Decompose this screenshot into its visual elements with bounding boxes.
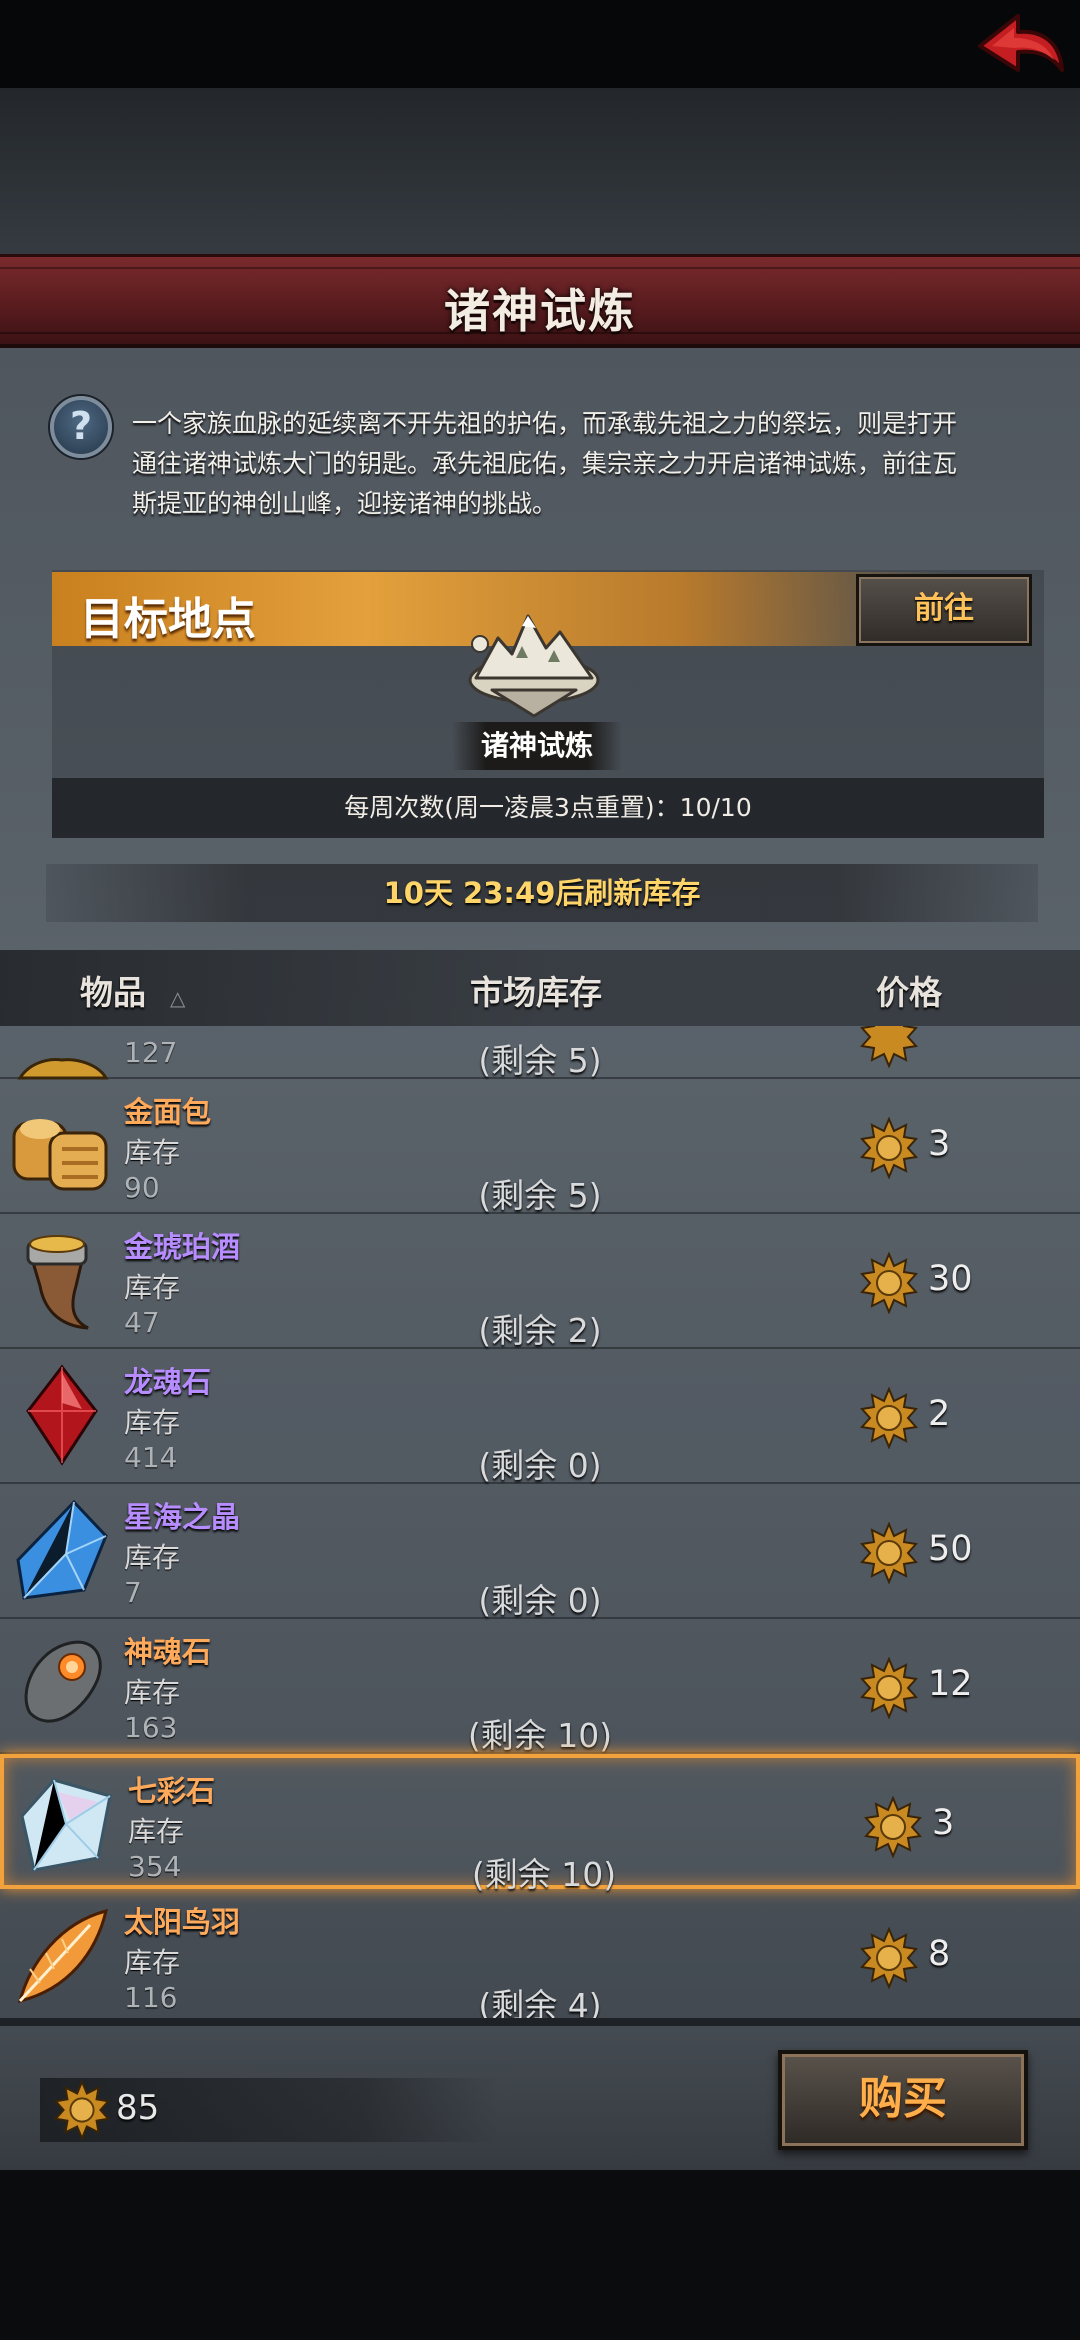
page-title: 诸神试炼 xyxy=(444,284,636,338)
buy-button[interactable]: 购买 xyxy=(778,2050,1028,2150)
stock-value: 354 xyxy=(128,1850,182,1883)
location-name-label: 诸神试炼 xyxy=(452,722,622,770)
price-value: 12 xyxy=(928,1664,973,1704)
item-list[interactable]: 127 (剩余 5) 金面包 库存 90 (剩余 5) 3 金琥珀酒 库存 47 xyxy=(0,1026,1080,2020)
remaining-stock: (剩余 5) xyxy=(478,1176,602,1215)
stock-label: 库存 xyxy=(124,1541,181,1574)
list-item-partial[interactable]: 127 (剩余 5) xyxy=(0,1026,1080,1080)
item-name: 星海之晶 xyxy=(124,1500,241,1534)
stock-label: 库存 xyxy=(124,1271,181,1304)
blue-crystal-icon xyxy=(16,1499,108,1600)
sun-coin-icon xyxy=(864,1796,922,1858)
stock-label: 库存 xyxy=(124,1676,181,1709)
remaining-stock: (剩余 0) xyxy=(478,1581,602,1620)
help-icon[interactable]: ? xyxy=(50,396,112,458)
price-value: 30 xyxy=(928,1259,973,1299)
remaining-stock: (剩余 5) xyxy=(478,1041,602,1080)
bottom-bezel xyxy=(0,2170,1080,2340)
price-value: 8 xyxy=(928,1934,951,1974)
list-item[interactable]: 星海之晶 库存 7 (剩余 0) 50 xyxy=(0,1484,1080,1620)
sun-coin-icon xyxy=(860,1026,918,1068)
item-name: 七彩石 xyxy=(128,1774,216,1808)
sun-coin-icon xyxy=(860,1927,918,1989)
stock-value: 127 xyxy=(124,1036,178,1069)
stock-label: 库存 xyxy=(128,1815,185,1848)
item-name: 金面包 xyxy=(124,1095,212,1129)
column-header-item[interactable]: 物品 xyxy=(80,966,146,1014)
stock-value: 116 xyxy=(124,1981,178,2014)
sun-coin-icon xyxy=(860,1252,918,1314)
divider xyxy=(0,2018,1080,2026)
stock-label: 库存 xyxy=(124,1406,181,1439)
floating-mountain-icon[interactable] xyxy=(462,598,606,722)
list-item[interactable]: 神魂石 库存 163 (剩余 10) 12 xyxy=(0,1619,1080,1755)
item-name: 神魂石 xyxy=(124,1635,212,1669)
sun-coin-icon xyxy=(860,1117,918,1179)
remaining-stock: (剩余 4) xyxy=(478,1986,602,2020)
stock-value: 90 xyxy=(124,1171,160,1204)
refresh-timer: 10天 23:49后刷新库存 xyxy=(46,864,1038,922)
remaining-stock: (剩余 10) xyxy=(467,1716,613,1755)
sun-coin-icon xyxy=(860,1522,918,1584)
price-value: 3 xyxy=(932,1803,955,1843)
horn-mead-icon xyxy=(26,1235,89,1330)
stock-value: 47 xyxy=(124,1306,160,1339)
sunbird-feather-icon xyxy=(17,1908,109,2004)
sort-triangle-icon[interactable]: △ xyxy=(170,986,185,1010)
price-value: 2 xyxy=(928,1394,951,1434)
rainbow-stone-icon xyxy=(20,1778,112,1872)
weekly-count-bar: 每周次数(周一凌晨3点重置)：10/10 xyxy=(52,778,1044,838)
list-item[interactable]: 太阳鸟羽 库存 116 (剩余 4) 8 xyxy=(0,1889,1080,2020)
red-crystal-icon xyxy=(26,1364,98,1466)
title-bar: 诸神试炼 xyxy=(0,254,1080,348)
sun-coin-icon xyxy=(860,1387,918,1449)
bread-icon xyxy=(12,1119,108,1191)
item-name: 龙魂石 xyxy=(124,1365,212,1399)
target-location-label: 目标地点 xyxy=(80,594,256,645)
panel-top-shade xyxy=(0,88,1080,258)
intro-description: 一个家族血脉的延续离不开先祖的护佑，而承载先祖之力的祭坛，则是打开通往诸神试炼大… xyxy=(132,409,958,518)
item-name: 太阳鸟羽 xyxy=(124,1905,241,1939)
sun-coin-icon xyxy=(53,2080,111,2140)
list-item[interactable]: 龙魂石 库存 414 (剩余 0) 2 xyxy=(0,1349,1080,1485)
currency-balance: 85 xyxy=(116,2088,160,2128)
item-name: 金琥珀酒 xyxy=(124,1230,241,1264)
stock-value: 7 xyxy=(124,1576,142,1609)
soul-stone-icon xyxy=(24,1640,102,1723)
list-item[interactable]: 金面包 库存 90 (剩余 5) 3 xyxy=(0,1079,1080,1215)
remaining-stock: (剩余 2) xyxy=(478,1311,602,1350)
stock-value: 163 xyxy=(124,1711,178,1744)
price-value: 50 xyxy=(928,1529,973,1569)
back-arrow-icon[interactable] xyxy=(972,8,1068,86)
status-bar-area xyxy=(0,0,1080,88)
list-item[interactable]: 金琥珀酒 库存 47 (剩余 2) 30 xyxy=(0,1214,1080,1350)
stock-label: 库存 xyxy=(124,1136,181,1169)
remaining-stock: (剩余 0) xyxy=(478,1446,602,1485)
stock-label: 库存 xyxy=(124,1946,181,1979)
goto-button[interactable]: 前往 xyxy=(856,574,1032,646)
stock-value: 414 xyxy=(124,1441,178,1474)
column-header-price: 价格 xyxy=(876,973,942,1012)
list-item-selected[interactable]: 七彩石 库存 354 (剩余 10) 3 xyxy=(0,1754,1080,1894)
column-header-market-stock: 市场库存 xyxy=(470,973,602,1012)
sun-coin-icon xyxy=(860,1657,918,1719)
price-value: 3 xyxy=(928,1124,951,1164)
